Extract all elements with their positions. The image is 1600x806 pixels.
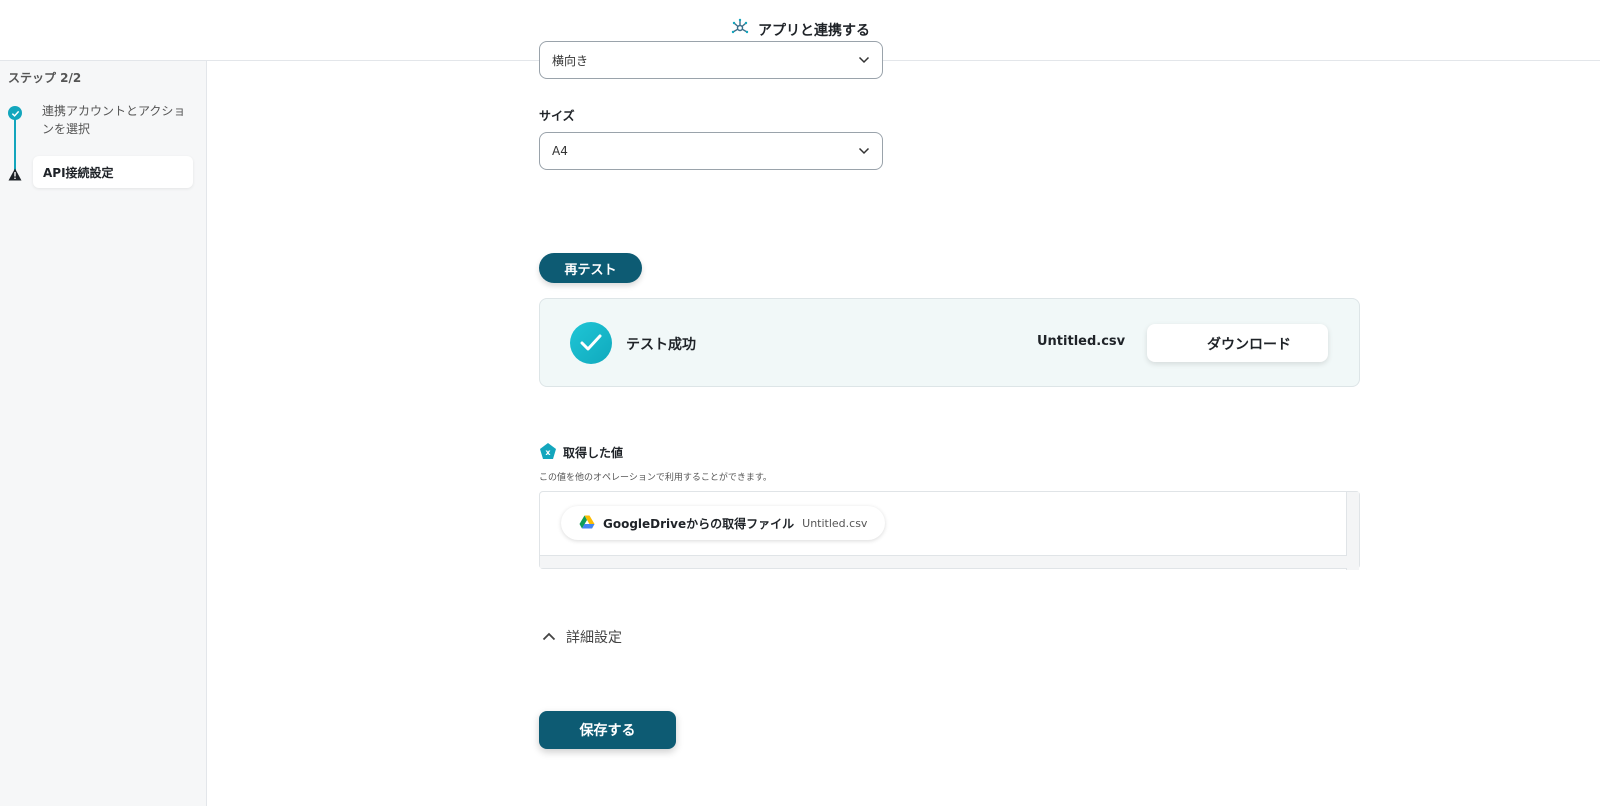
orientation-select-value: 横向き (552, 53, 589, 68)
horizontal-scrollbar[interactable] (540, 555, 1347, 568)
advanced-settings-toggle[interactable]: 詳細設定 (542, 627, 622, 647)
obtained-values-box: GoogleDriveからの取得ファイル Untitled.csv (539, 491, 1360, 570)
test-result-card: テスト成功 Untitled.csv ダウンロード (539, 298, 1360, 387)
obtained-values-title: 取得した値 (563, 446, 624, 460)
result-file-name: Untitled.csv (1037, 334, 1126, 349)
chip-value: Untitled.csv (802, 516, 868, 530)
chevron-up-icon (542, 629, 556, 645)
check-icon (8, 106, 22, 120)
size-select[interactable]: A4 (539, 132, 883, 170)
sidebar-item-select-account[interactable]: 連携アカウントとアクションを選択 (42, 102, 187, 138)
google-drive-icon (579, 514, 595, 533)
warning-icon (8, 166, 22, 185)
save-button[interactable]: 保存する (539, 711, 676, 749)
download-label: ダウンロード (1207, 337, 1291, 353)
obtained-values-heading: x 取得した値 (539, 442, 623, 463)
download-button[interactable]: ダウンロード (1147, 324, 1328, 362)
size-label: サイズ (539, 109, 575, 123)
size-select-value: A4 (552, 144, 568, 158)
test-status: テスト成功 (626, 337, 696, 353)
page-title: アプリと連携する (758, 23, 870, 39)
step-sidebar: ステップ 2/2 連携アカウントとアクションを選択 API接続設定 (0, 61, 207, 806)
step-connector (14, 115, 16, 173)
success-check-icon (570, 322, 612, 364)
network-icon (730, 18, 750, 42)
svg-text:x: x (545, 448, 551, 457)
vertical-scrollbar[interactable] (1346, 492, 1359, 570)
pentagon-badge-icon: x (539, 442, 557, 463)
retest-button[interactable]: 再テスト (539, 253, 642, 283)
obtained-value-chip[interactable]: GoogleDriveからの取得ファイル Untitled.csv (561, 506, 886, 540)
chip-label: GoogleDriveからの取得ファイル (603, 516, 795, 531)
step-counter: ステップ 2/2 (8, 71, 82, 85)
advanced-settings-label: 詳細設定 (566, 630, 622, 646)
orientation-select[interactable]: 横向き (539, 41, 883, 79)
chevron-down-icon (858, 53, 870, 67)
sidebar-item-api-settings[interactable]: API接続設定 (33, 156, 193, 188)
chevron-down-icon (858, 144, 870, 158)
obtained-values-description: この値を他のオペレーションで利用することができます。 (539, 473, 772, 483)
